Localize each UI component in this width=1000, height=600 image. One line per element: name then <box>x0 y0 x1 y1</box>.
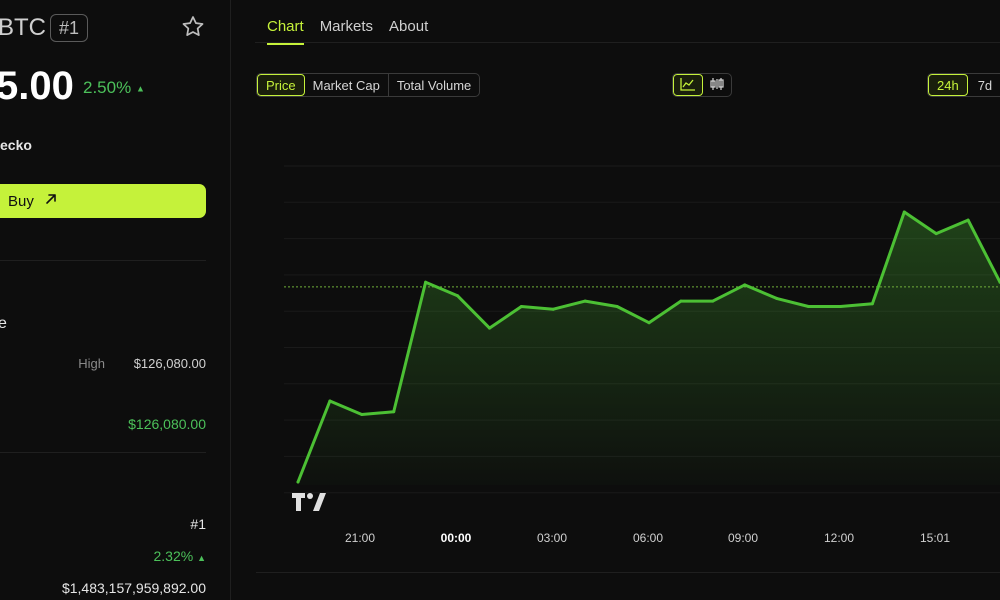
metric-total-volume-button[interactable]: Total Volume <box>389 74 479 96</box>
price-chart[interactable] <box>256 130 1000 530</box>
percent-change-value: 2.32% ▲ <box>153 548 206 564</box>
price-point <box>647 321 651 325</box>
candlestick-icon <box>709 77 725 94</box>
price-point <box>392 410 396 414</box>
range-24h-button[interactable]: 24h <box>928 74 968 96</box>
all-time-high-value: $126,080.00 <box>128 416 206 432</box>
price-point <box>615 305 619 308</box>
x-tick-label: 06:00 <box>632 531 664 545</box>
section-divider <box>0 260 206 261</box>
high-label: High <box>78 356 105 371</box>
section-heading: e <box>0 315 7 332</box>
price-point <box>424 280 428 284</box>
arrow-up-right-icon <box>44 192 58 210</box>
price-point <box>711 299 715 303</box>
metric-market-cap-button[interactable]: Market Cap <box>305 74 389 96</box>
price-change: 2.50% ▲ <box>83 78 145 98</box>
coin-symbol: BTC <box>0 14 46 41</box>
price-point <box>807 305 811 308</box>
market-rank-value: #1 <box>190 516 206 532</box>
price-point <box>934 232 938 236</box>
price-point <box>296 480 300 484</box>
metric-price-button[interactable]: Price <box>257 74 305 96</box>
x-tick-label: 00:00 <box>440 531 472 545</box>
price-point <box>551 307 555 311</box>
percent-change-text: 2.32% <box>153 548 194 564</box>
chart-bottom-divider <box>256 572 1000 573</box>
main-tabs: Chart Markets About <box>267 18 428 45</box>
coin-summary-panel: BTC #1 5.00 2.50% ▲ ecko Buy e High $126… <box>0 0 230 600</box>
tradingview-logo <box>292 493 326 516</box>
x-tick-label: 12:00 <box>823 531 855 545</box>
buy-button-label: Buy <box>8 192 34 210</box>
range-7d-button[interactable]: 7d <box>968 74 1000 96</box>
price-point <box>902 210 906 214</box>
price-point <box>775 296 779 300</box>
tab-markets[interactable]: Markets <box>320 18 373 45</box>
price-area <box>298 212 1000 485</box>
price-point <box>456 294 460 298</box>
tab-chart[interactable]: Chart <box>267 18 304 45</box>
range-selector: 24h 7d <box>927 73 1000 97</box>
coin-price: 5.00 <box>0 64 74 108</box>
price-point <box>583 299 587 303</box>
x-tick-label: 21:00 <box>344 531 376 545</box>
metric-selector: Price Market Cap Total Volume <box>256 73 481 97</box>
price-point <box>870 302 874 306</box>
x-tick-label: 15:01 <box>919 531 951 545</box>
tab-about[interactable]: About <box>389 18 428 45</box>
price-point <box>966 218 970 222</box>
rank-badge: #1 <box>50 14 88 42</box>
x-tick-label: 03:00 <box>536 531 568 545</box>
price-point <box>487 326 491 330</box>
high-value: $126,080.00 <box>133 356 206 371</box>
section-divider <box>0 452 206 453</box>
x-tick-label: 09:00 <box>727 531 759 545</box>
price-point <box>360 413 364 416</box>
line-chart-button[interactable] <box>673 74 703 96</box>
panel-divider <box>230 0 231 600</box>
star-icon[interactable] <box>180 14 206 40</box>
line-chart-icon <box>680 77 696 94</box>
up-arrow-icon: ▲ <box>135 83 145 94</box>
data-source-label: ecko <box>0 137 32 153</box>
price-point <box>743 283 747 287</box>
price-point <box>679 299 683 303</box>
price-point <box>838 305 842 308</box>
price-change-value: 2.50% <box>83 78 132 97</box>
buy-button[interactable]: Buy <box>0 184 206 218</box>
price-point <box>328 399 332 403</box>
market-cap-value: $1,483,157,959,892.00 <box>61 580 206 596</box>
tabs-divider <box>255 42 1000 43</box>
up-arrow-icon: ▲ <box>197 553 206 563</box>
price-point <box>519 305 523 308</box>
candlestick-button[interactable] <box>703 74 731 96</box>
chart-type-selector <box>672 73 732 97</box>
